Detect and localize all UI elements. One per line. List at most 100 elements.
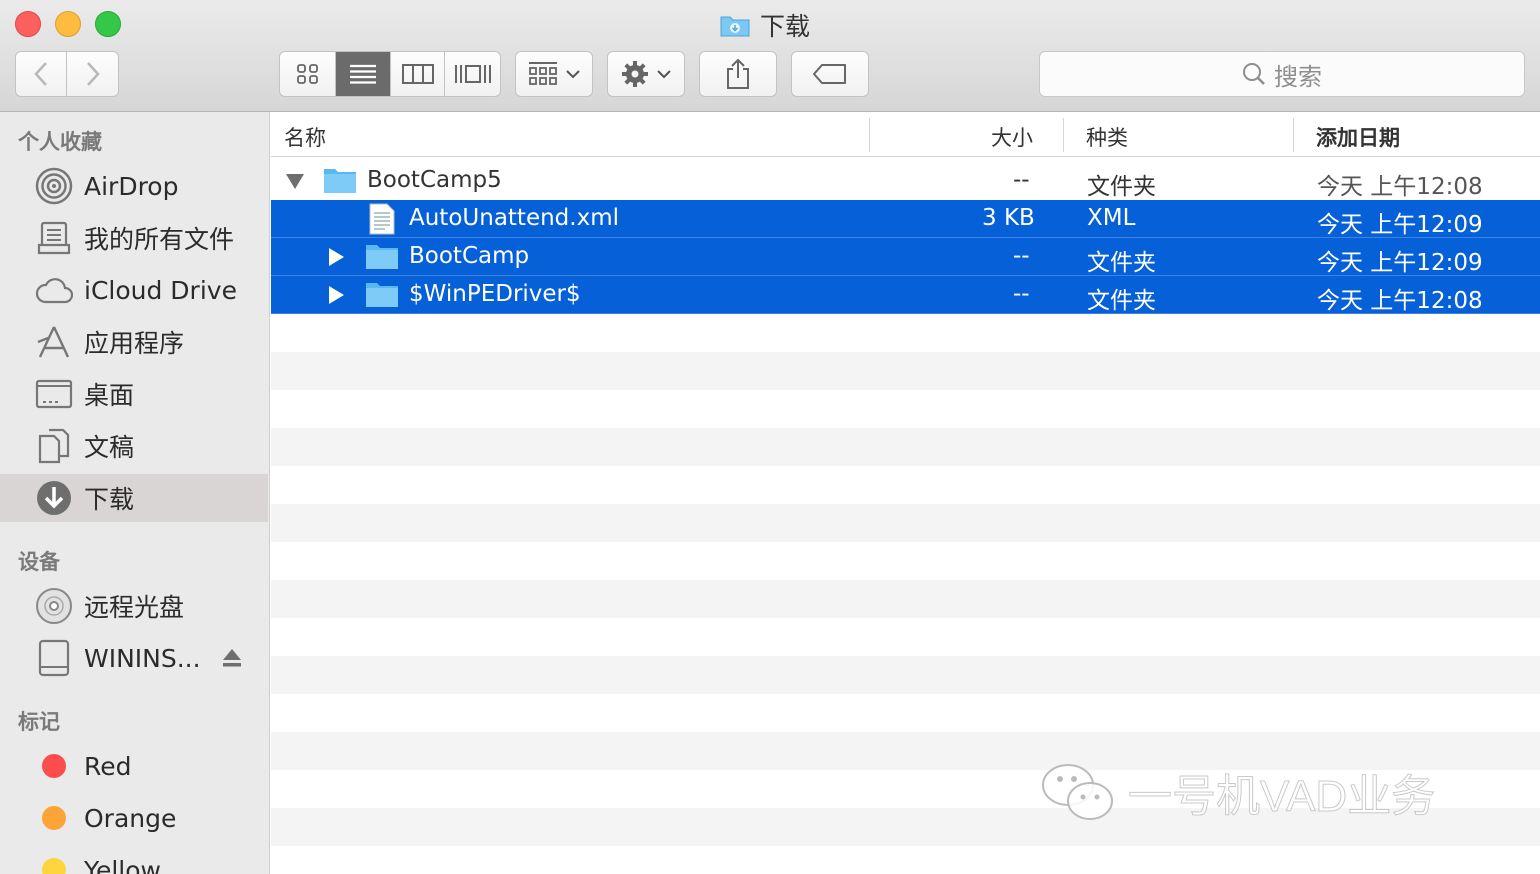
chevron-down-icon [566,70,580,79]
view-mode-control [279,51,501,97]
sidebar-item-icloud-drive[interactable]: iCloud Drive [0,266,268,314]
gear-icon [622,61,648,87]
table-row[interactable]: $WinPEDriver$ -- 文件夹 今天 上午12:08 [271,276,1540,314]
cloud-icon [34,270,74,310]
sidebar-item-label: 桌面 [84,381,135,410]
tag-dot-container [34,798,74,838]
desktop-icon [34,374,74,414]
chevron-down-icon [657,70,671,79]
sidebar-item-applications[interactable]: 应用程序 [0,318,268,366]
column-header-date-added[interactable]: 添加日期 [1316,122,1400,152]
empty-row [271,314,1540,352]
column-divider[interactable] [869,118,870,152]
empty-row [271,352,1540,390]
sidebar-item-label: 下载 [84,485,135,514]
minimize-button[interactable] [55,11,81,37]
disclosure-triangle-expanded-icon[interactable] [286,174,304,189]
sidebar-item-tag-yellow[interactable]: Yellow [0,846,268,874]
all-files-icon [34,218,74,258]
file-name: BootCamp5 [367,167,502,193]
devices-section-title: 设备 [18,550,60,574]
file-kind: XML [1087,205,1136,231]
share-icon [727,58,749,89]
forward-button[interactable] [67,52,118,96]
empty-row [271,390,1540,428]
column-header-size[interactable]: 大小 [991,122,1033,152]
tag-button[interactable] [791,51,869,97]
file-name: AutoUnattend.xml [409,205,619,231]
tag-yellow-dot-icon [42,858,66,874]
empty-row [271,504,1540,542]
column-header-kind[interactable]: 种类 [1086,122,1128,152]
sidebar-item-label: 远程光盘 [84,593,185,622]
table-row[interactable]: BootCamp -- 文件夹 今天 上午12:09 [271,238,1540,276]
wechat-logo-icon [1042,764,1113,820]
sidebar-item-documents[interactable]: 文稿 [0,422,268,470]
documents-icon [34,426,74,466]
navigation-buttons [15,51,119,97]
table-row[interactable]: AutoUnattend.xml 3 KB XML 今天 上午12:09 [271,200,1540,238]
empty-row [271,846,1540,874]
empty-row [271,428,1540,466]
column-header-name[interactable]: 名称 [284,122,326,152]
sidebar-item-remote-disc[interactable]: 远程光盘 [0,582,268,630]
search-field[interactable]: 搜索 [1039,51,1525,97]
icon-view-button[interactable] [280,52,337,96]
column-divider[interactable] [1293,118,1294,152]
sidebar-item-label: iCloud Drive [84,275,237,305]
coverflow-view-button[interactable] [445,52,500,96]
sidebar-item-downloads[interactable]: 下载 [0,474,268,522]
empty-row [271,466,1540,504]
file-size: -- [1013,243,1030,269]
downloads-icon [34,478,74,518]
sidebar-item-label: WININS... [84,643,201,673]
folder-icon [366,245,398,269]
column-view-icon [401,64,434,84]
column-view-button[interactable] [391,52,446,96]
back-button[interactable] [16,52,68,96]
empty-row [271,618,1540,656]
sidebar-item-label: 文稿 [84,433,135,462]
sidebar-item-desktop[interactable]: 桌面 [0,370,268,418]
sidebar-item-airdrop[interactable]: AirDrop [0,162,268,210]
eject-icon[interactable] [222,648,242,668]
tags-section-title: 标记 [18,710,60,734]
list-view-button[interactable] [336,52,391,96]
back-icon [34,62,47,86]
file-date-added: 今天 上午12:09 [1317,212,1483,238]
file-rows: BootCamp5 -- 文件夹 今天 上午12:08 AutoUnattend… [271,162,1540,314]
window-title-text: 下载 [760,12,811,41]
search-placeholder: 搜索 [1274,62,1322,91]
sidebar-item-drive[interactable]: WININS... [0,634,268,682]
finder-window: 下载 搜索 个人收藏 AirDrop 我的所有文件 iCloud Drive 应… [0,0,1540,874]
zoom-button[interactable] [95,11,121,37]
toolbar: 下载 搜索 [0,0,1540,112]
disclosure-triangle-collapsed-icon[interactable] [329,286,344,304]
sidebar-item-tag-orange[interactable]: Orange [0,794,268,842]
watermark: 一号机VAD业务 [1040,760,1436,824]
file-size: -- [1013,281,1030,307]
action-button[interactable] [607,51,685,97]
file-date-added: 今天 上午12:08 [1317,288,1483,314]
favorites-section-title: 个人收藏 [18,130,102,154]
file-size: 3 KB [982,205,1035,231]
sidebar: 个人收藏 AirDrop 我的所有文件 iCloud Drive 应用程序 桌面… [0,112,270,874]
column-divider[interactable] [1063,118,1064,152]
sidebar-item-label: Orange [84,803,177,833]
disclosure-triangle-collapsed-icon[interactable] [329,248,344,266]
close-button[interactable] [15,11,41,37]
xml-file-icon [369,203,395,235]
file-kind: 文件夹 [1087,174,1156,200]
arrange-button[interactable] [515,51,593,97]
file-kind: 文件夹 [1087,250,1156,276]
sidebar-item-all-files[interactable]: 我的所有文件 [0,214,268,262]
share-button[interactable] [699,51,777,97]
sidebar-item-tag-red[interactable]: Red [0,742,268,790]
icon-view-icon [296,64,318,84]
coverflow-view-icon [454,65,491,83]
file-date-added: 今天 上午12:09 [1317,250,1483,276]
sidebar-item-label: AirDrop [84,171,179,201]
file-name: BootCamp [409,243,530,269]
table-row[interactable]: BootCamp5 -- 文件夹 今天 上午12:08 [271,162,1540,200]
sidebar-item-label: 应用程序 [84,329,185,358]
